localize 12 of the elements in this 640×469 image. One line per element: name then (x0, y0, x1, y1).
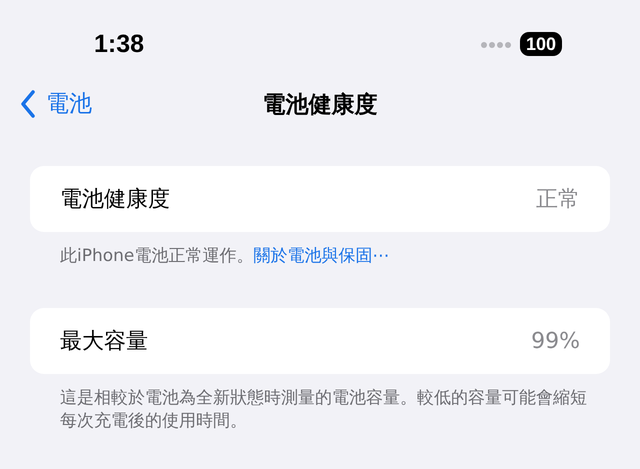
row-value: 正常 (536, 186, 580, 214)
warranty-link[interactable]: 關於電池與保固⋯ (253, 246, 390, 266)
back-chevron-icon (20, 90, 36, 118)
page-title: 電池健康度 (262, 90, 378, 120)
row-label: 電池健康度 (60, 186, 170, 214)
section-footer: 此iPhone電池正常運作。關於電池與保固⋯ (30, 245, 610, 268)
back-button[interactable]: 電池 (20, 88, 92, 119)
row-value: 99% (531, 328, 580, 354)
section-footer: 這是相較於電池為全新狀態時測量的電池容量。較低的容量可能會縮短每次充電後的使用時間。 (30, 387, 610, 433)
battery-indicator: 100 (520, 32, 562, 56)
row-label: 最大容量 (60, 328, 148, 356)
status-time: 1:38 (94, 30, 144, 58)
